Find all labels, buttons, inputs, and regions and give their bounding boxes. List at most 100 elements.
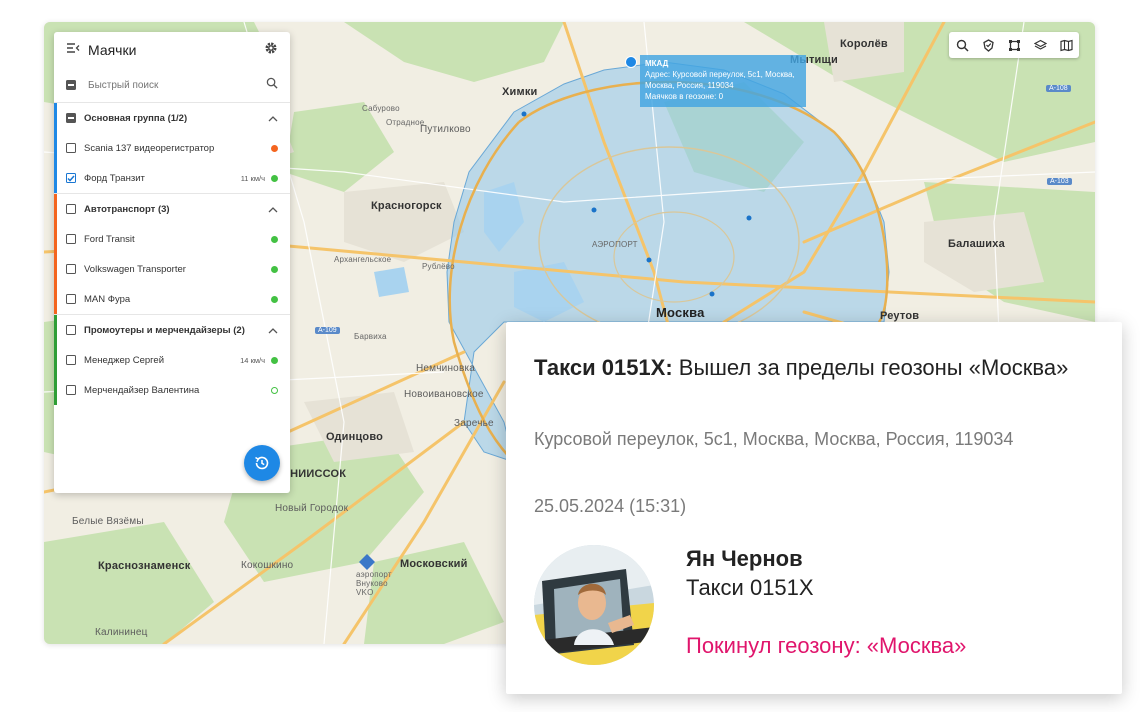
map-label-novoivanovskoe: Новоивановское: [404, 389, 484, 400]
item-name: Менеджер Сергей: [84, 354, 165, 366]
map-label-novy-gorodok: Новый Городок: [275, 503, 349, 514]
map-label-krasnogorsk: Красногорск: [371, 200, 442, 212]
road-badge: A-109: [315, 327, 340, 334]
geofence-notification[interactable]: Такси 0151X: Вышел за пределы геозоны «М…: [506, 322, 1122, 694]
item-name: MAN Фура: [84, 293, 131, 305]
map-label-nemchinovka: Немчиновка: [416, 363, 476, 374]
list-item[interactable]: Менеджер Сергей 14 км/ч: [54, 345, 290, 375]
list-item[interactable]: MAN Фура: [54, 284, 290, 314]
map-label-arkhangelskoe: Архангельское: [334, 255, 392, 264]
geofence-marker[interactable]: [625, 56, 637, 68]
group-checkbox[interactable]: [66, 113, 76, 123]
headline-message: Вышел за пределы геозоны «Москва»: [672, 355, 1069, 380]
vehicle-name: Такси 0151X: [686, 575, 814, 600]
road-badge: A-103: [1047, 178, 1072, 185]
map-label-moskva: Москва: [656, 305, 705, 320]
status-dot: [271, 174, 278, 182]
group-checkbox[interactable]: [66, 204, 76, 214]
history-button[interactable]: [244, 445, 280, 481]
status-dot: [271, 356, 278, 364]
chevron-up-icon[interactable]: [268, 109, 278, 127]
panel-header: Маячки: [54, 32, 290, 68]
group-checkbox[interactable]: [66, 325, 76, 335]
item-checkbox[interactable]: [66, 385, 76, 395]
group-name: Основная группа (1/2): [84, 112, 188, 124]
map-label-balashikha: Балашиха: [948, 238, 1005, 250]
history-icon: [255, 456, 269, 470]
map-label-belye-vyazemy: Белые Вязёмы: [72, 516, 144, 527]
map-label-barvikha: Барвиха: [354, 332, 387, 341]
map-label-moskovsky: Московский: [400, 558, 468, 570]
item-speed: 14 км/ч: [240, 355, 265, 365]
group-name: Промоутеры и мерчендайзеры (2): [84, 324, 245, 336]
chevron-up-icon[interactable]: [268, 200, 278, 218]
headline-vehicle: Такси 0151X:: [534, 355, 673, 380]
group-main: Основная группа (1/2) Scania 137 видеоре…: [54, 103, 290, 193]
item-speed: 11 км/ч: [240, 173, 265, 183]
list-item[interactable]: Scania 137 видеорегистратор: [54, 133, 290, 163]
notification-address: Курсовой переулок, 5с1, Москва, Москва, …: [534, 429, 1014, 449]
item-name: Мерчендайзер Валентина: [84, 384, 200, 396]
group-promoters: Промоутеры и мерчендайзеры (2) Менеджер …: [54, 315, 290, 405]
item-checkbox[interactable]: [66, 294, 76, 304]
item-name: Scania 137 видеорегистратор: [84, 142, 215, 154]
chevron-up-icon[interactable]: [268, 321, 278, 339]
item-name: Ford Transit: [84, 233, 135, 245]
select-all-checkbox[interactable]: [66, 80, 76, 90]
map-label-vnukovo-airport: аэропорт Внуково VKO: [356, 570, 392, 597]
avatar: [534, 545, 654, 665]
map-label-saburovo: Сабурово: [362, 104, 400, 113]
status-dot: [271, 144, 278, 152]
road-badge: A-108: [1046, 85, 1071, 92]
map-label-rublevo: Рублёво: [422, 262, 455, 271]
map-label-khimki: Химки: [502, 86, 538, 98]
panel-title: Маячки: [88, 42, 137, 58]
notification-headline: Такси 0151X: Вышел за пределы геозоны «М…: [534, 354, 1094, 382]
map-icon[interactable]: [1053, 32, 1079, 58]
status-dot: [271, 386, 278, 394]
map-label-kalininets: Калининец: [95, 627, 148, 638]
map-label-aeroport: АЭРОПОРТ: [592, 240, 638, 249]
item-checkbox[interactable]: [66, 173, 76, 183]
group-header[interactable]: Основная группа (1/2): [54, 103, 290, 133]
geofence-icon[interactable]: [975, 32, 1001, 58]
map-label-zarechye: Заречье: [454, 418, 494, 429]
search-input[interactable]: [86, 78, 266, 92]
item-checkbox[interactable]: [66, 143, 76, 153]
list-item[interactable]: Мерчендайзер Валентина: [54, 375, 290, 405]
search-icon[interactable]: [949, 32, 975, 58]
list-item[interactable]: Volkswagen Transporter: [54, 254, 290, 284]
layers-icon[interactable]: [1027, 32, 1053, 58]
item-checkbox[interactable]: [66, 234, 76, 244]
search-icon[interactable]: [266, 76, 278, 94]
status-dot: [271, 295, 278, 303]
status-dot: [271, 265, 278, 273]
gear-icon[interactable]: [264, 41, 278, 60]
item-checkbox[interactable]: [66, 355, 76, 365]
frame-icon[interactable]: [1001, 32, 1027, 58]
geofence-title: МКАД: [645, 59, 669, 68]
collapse-menu-icon[interactable]: [66, 41, 80, 59]
map-label-reutov: Реутов: [880, 310, 920, 322]
map-label-otradnoe: Отрадное: [386, 118, 425, 127]
status-dot: [271, 235, 278, 243]
geofence-address: Адрес: Курсовой переулок, 5с1, Москва, М…: [645, 70, 795, 90]
item-checkbox[interactable]: [66, 264, 76, 274]
map-label-odintsovo: Одинцово: [326, 431, 384, 443]
map-label-korolev: Королёв: [840, 38, 888, 50]
item-name: Volkswagen Transporter: [84, 263, 186, 275]
group-vehicles: Автотранспорт (3) Ford Transit Volkswage…: [54, 194, 290, 314]
map-label-putilkovo: Путилково: [420, 124, 471, 135]
item-name: Форд Транзит: [84, 172, 145, 184]
list-item[interactable]: Ford Transit: [54, 224, 290, 254]
event-text: Покинул геозону: «Москва»: [686, 633, 967, 658]
driver-name: Ян Чернов: [686, 546, 803, 571]
search-row: [54, 68, 290, 103]
group-name: Автотранспорт (3): [84, 203, 170, 215]
map-label-vniissok: ВНИИССОК: [282, 468, 347, 480]
list-item[interactable]: Форд Транзит 11 км/ч: [54, 163, 290, 193]
geofence-tooltip: МКАД Адрес: Курсовой переулок, 5с1, Моск…: [640, 55, 806, 107]
group-header[interactable]: Промоутеры и мерчендайзеры (2): [54, 315, 290, 345]
group-header[interactable]: Автотранспорт (3): [54, 194, 290, 224]
notification-datetime: 25.05.2024 (15:31): [534, 496, 687, 516]
